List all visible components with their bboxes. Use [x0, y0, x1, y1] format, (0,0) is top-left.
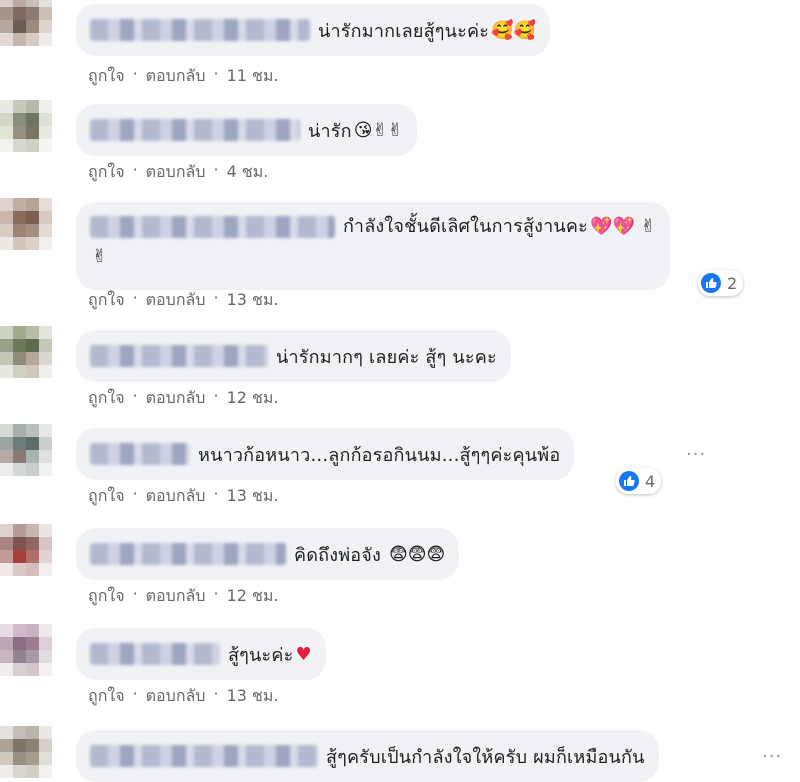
comment-text: น่ารักมากๆ เลยค่ะ สู้ๆ นะคะ	[276, 346, 497, 368]
commenter-name-blurred[interactable]	[90, 119, 300, 141]
comment-actions: ถูกใจ · ตอบกลับ · 13 ชม.	[88, 684, 279, 709]
comment-actions: ถูกใจ · ตอบกลับ · 13 ชม.	[88, 288, 279, 313]
like-link[interactable]: ถูกใจ	[88, 584, 125, 609]
timestamp[interactable]: 11 ชม.	[227, 64, 279, 89]
like-link[interactable]: ถูกใจ	[88, 160, 125, 185]
commenter-name-blurred[interactable]	[90, 345, 268, 367]
thumbs-up-icon	[619, 471, 639, 491]
like-link[interactable]: ถูกใจ	[88, 288, 125, 313]
like-link[interactable]: ถูกใจ	[88, 64, 125, 89]
timestamp[interactable]: 12 ชม.	[227, 386, 279, 411]
commenter-name-blurred[interactable]	[90, 216, 335, 238]
reply-link[interactable]: ตอบกลับ	[146, 584, 206, 609]
thumbs-up-icon	[701, 273, 721, 293]
more-options-icon[interactable]: ···	[762, 746, 782, 767]
reply-link[interactable]: ตอบกลับ	[146, 288, 206, 313]
reaction-count[interactable]: 4	[616, 468, 662, 494]
anxious-face-emoji: 😨😨😨	[389, 543, 446, 565]
comment-text: คิดถึงพ่อจัง	[294, 544, 382, 566]
comment-actions: ถูกใจ · ตอบกลับ · 13 ชม.	[88, 484, 279, 509]
timestamp[interactable]: 4 ชม.	[227, 160, 269, 185]
like-link[interactable]: ถูกใจ	[88, 484, 125, 509]
red-heart-emoji: ♥	[295, 643, 312, 665]
comment-bubble: คิดถึงพ่อจัง 😨😨😨	[76, 528, 460, 580]
comment-bubble: กำลังใจชั้นดีเลิศในการสู้งานคะ 💖💖 ✌	[76, 202, 670, 290]
comment-actions: ถูกใจ · ตอบกลับ · 11 ชม.	[88, 64, 279, 89]
avatar[interactable]	[0, 100, 52, 152]
comment-text: กำลังใจชั้นดีเลิศในการสู้งานคะ	[343, 216, 589, 237]
commenter-name-blurred[interactable]	[90, 745, 318, 767]
timestamp[interactable]: 13 ชม.	[227, 484, 279, 509]
reply-link[interactable]: ตอบกลับ	[146, 160, 206, 185]
reply-link[interactable]: ตอบกลับ	[146, 386, 206, 411]
commenter-name-blurred[interactable]	[90, 543, 286, 565]
timestamp[interactable]: 13 ชม.	[227, 684, 279, 709]
commenter-name-blurred[interactable]	[90, 443, 190, 465]
avatar[interactable]	[0, 726, 52, 778]
avatar[interactable]	[0, 198, 52, 250]
reaction-count-value: 2	[727, 273, 738, 293]
reply-link[interactable]: ตอบกลับ	[146, 64, 206, 89]
commenter-name-blurred[interactable]	[90, 19, 310, 41]
timestamp[interactable]: 12 ชม.	[227, 584, 279, 609]
kiss-victory-emoji: 😘✌✌	[353, 119, 403, 141]
smiling-face-hearts-emoji: 🥰🥰	[491, 19, 536, 41]
comment-actions: ถูกใจ · ตอบกลับ · 12 ชม.	[88, 584, 279, 609]
reply-link[interactable]: ตอบกลับ	[146, 484, 206, 509]
comment-bubble: น่ารักมากเลยสู้ๆนะค่ะ 🥰🥰	[76, 4, 550, 56]
like-link[interactable]: ถูกใจ	[88, 386, 125, 411]
avatar[interactable]	[0, 424, 52, 476]
comment-actions: ถูกใจ · ตอบกลับ · 12 ชม.	[88, 386, 279, 411]
more-options-icon[interactable]: ···	[686, 444, 706, 465]
comment-text: น่ารัก	[308, 120, 352, 142]
comment-text: สู้ๆครับเป็นกำลังใจให้ครับ ผมก็เหมือนกัน	[326, 746, 645, 768]
comment-bubble: สู้ๆครับเป็นกำลังใจให้ครับ ผมก็เหมือนกัน	[76, 730, 659, 782]
avatar[interactable]	[0, 326, 52, 378]
reaction-count[interactable]: 2	[698, 270, 744, 296]
victory-emoji: ✌	[92, 246, 108, 267]
comment-text: น่ารักมากเลยสู้ๆนะค่ะ	[318, 20, 490, 42]
reaction-count-value: 4	[645, 471, 656, 491]
heart-victory-emoji: 💖💖 ✌	[590, 216, 656, 237]
comment-bubble: น่ารัก 😘✌✌	[76, 104, 417, 156]
commenter-name-blurred[interactable]	[90, 643, 220, 665]
comment-actions: ถูกใจ · ตอบกลับ · 4 ชม.	[88, 160, 268, 185]
comment-bubble: น่ารักมากๆ เลยค่ะ สู้ๆ นะคะ	[76, 330, 511, 382]
like-link[interactable]: ถูกใจ	[88, 684, 125, 709]
comment-text: หนาวก้อหนาว...ลูกก้อรอกินนม...สู้ๆๆค่ะคุ…	[198, 444, 561, 466]
reply-link[interactable]: ตอบกลับ	[146, 684, 206, 709]
avatar[interactable]	[0, 0, 52, 46]
avatar[interactable]	[0, 624, 52, 676]
timestamp[interactable]: 13 ชม.	[227, 288, 279, 313]
comment-bubble: หนาวก้อหนาว...ลูกก้อรอกินนม...สู้ๆๆค่ะคุ…	[76, 428, 575, 480]
avatar[interactable]	[0, 524, 52, 576]
comment-bubble: สู้ๆนะค่ะ ♥	[76, 628, 326, 680]
comment-text: สู้ๆนะค่ะ	[228, 644, 294, 666]
